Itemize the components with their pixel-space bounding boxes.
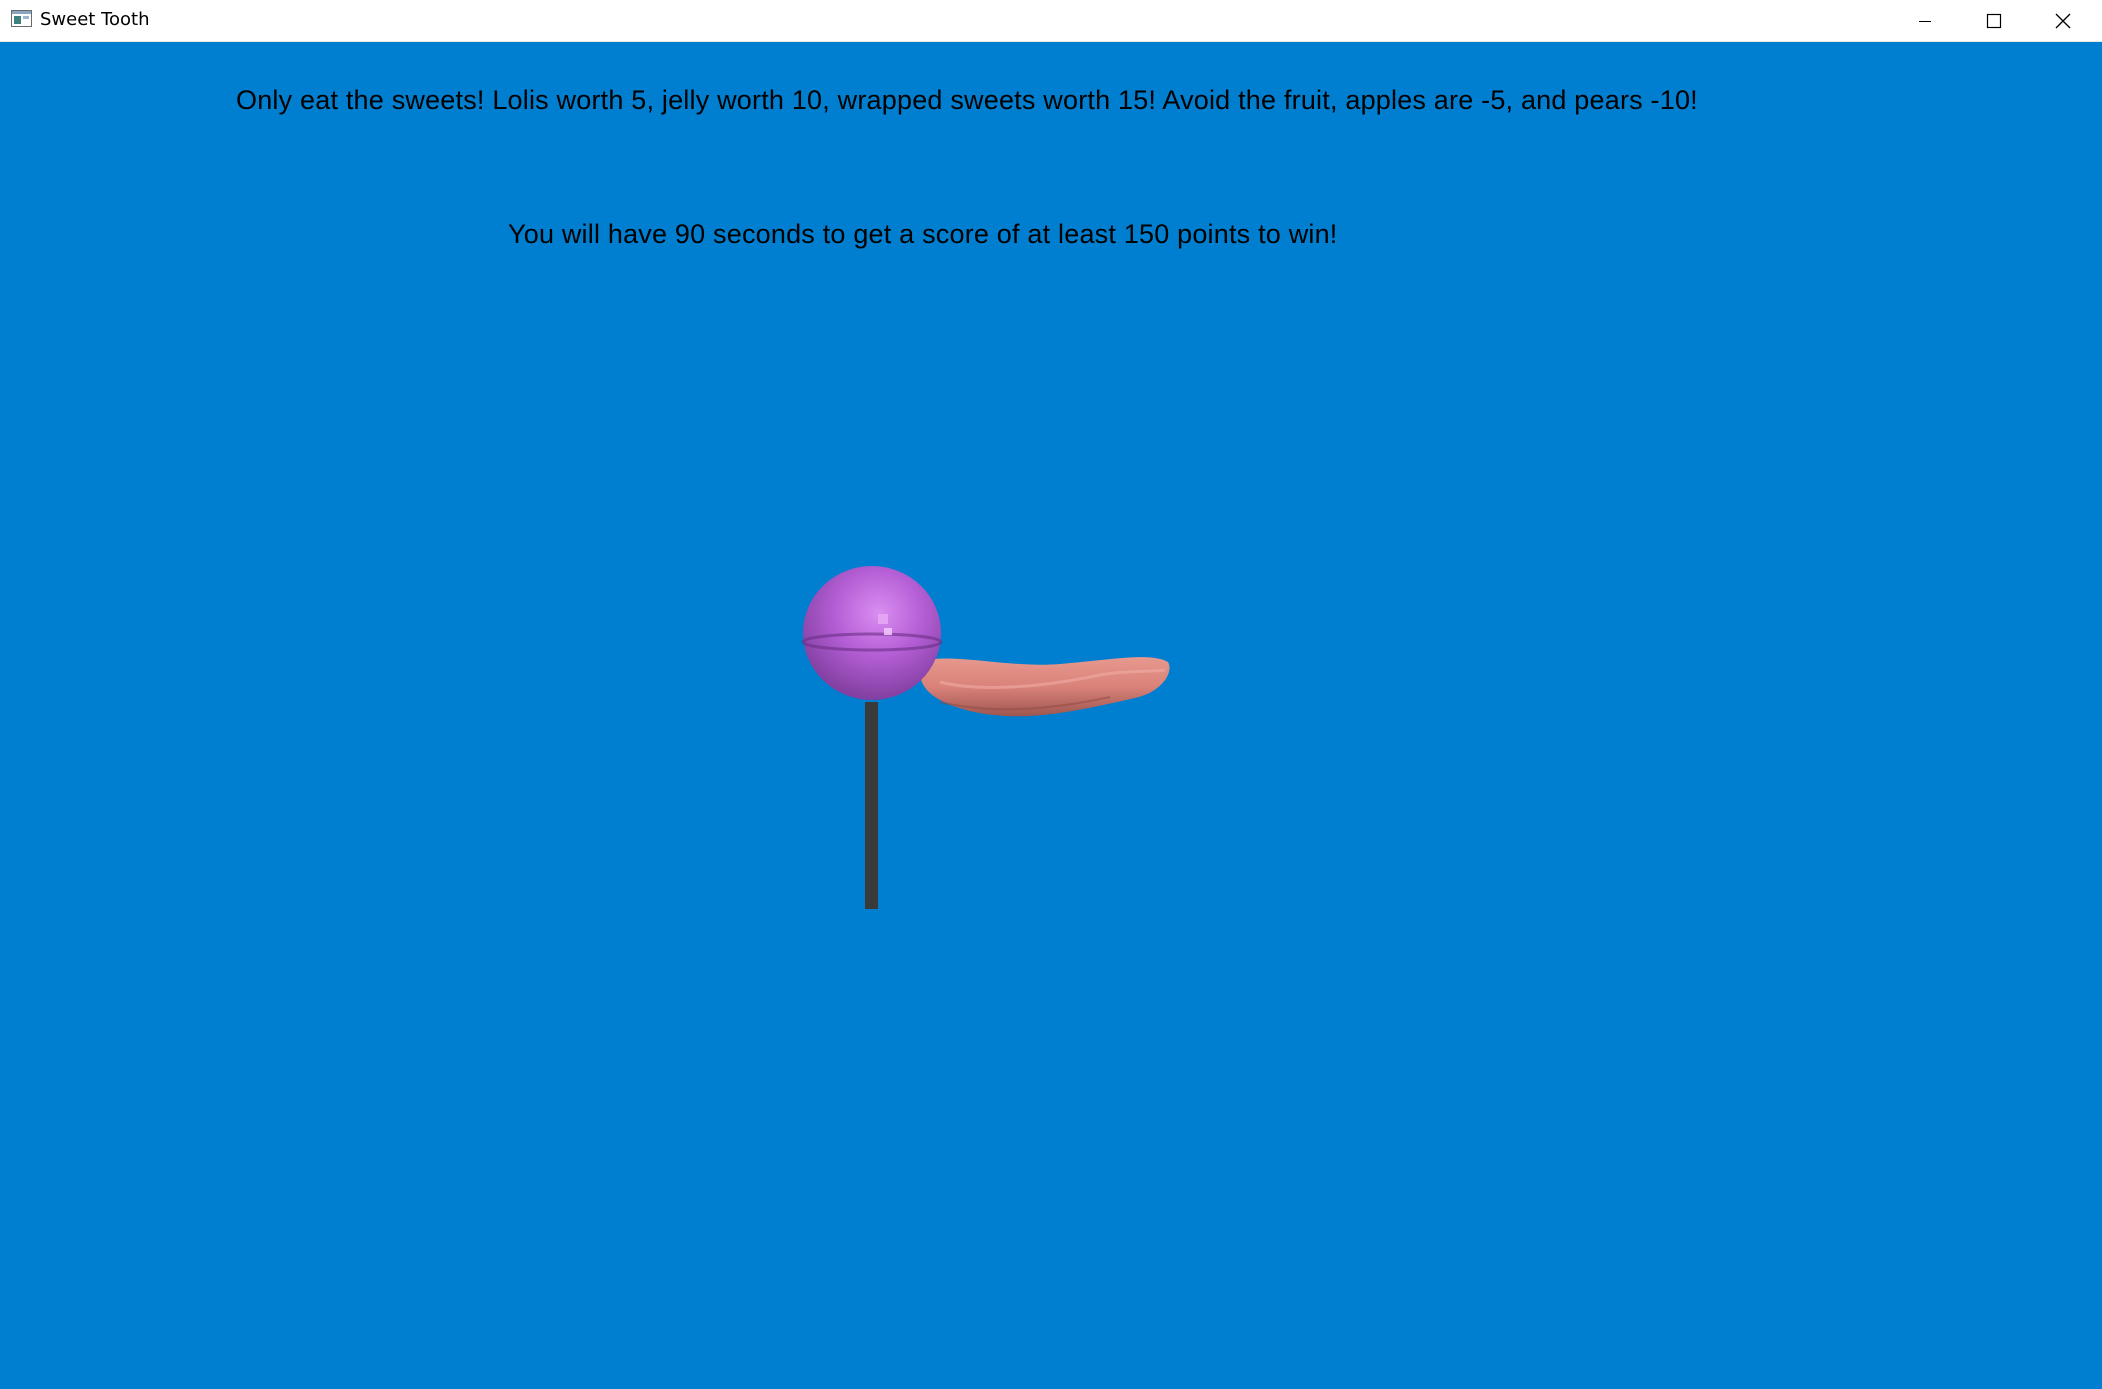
game-viewport[interactable]: Only eat the sweets! Lolis worth 5, jell… bbox=[0, 42, 2102, 1389]
maximize-icon bbox=[1986, 13, 2002, 29]
lollipop-stick bbox=[865, 702, 878, 909]
minimize-button[interactable] bbox=[1890, 0, 1959, 41]
close-button[interactable] bbox=[2028, 0, 2097, 41]
close-icon bbox=[2055, 13, 2071, 29]
lollipop bbox=[801, 566, 943, 909]
app-window-icon bbox=[11, 10, 32, 27]
window-title: Sweet Tooth bbox=[40, 9, 150, 30]
minimize-icon bbox=[1918, 14, 1932, 28]
title-bar[interactable]: Sweet Tooth bbox=[0, 0, 2102, 42]
app-window: Sweet Tooth Only eat the sweets! Lolis w… bbox=[0, 0, 2102, 1389]
jelly-worm bbox=[919, 657, 1170, 717]
maximize-button[interactable] bbox=[1959, 0, 2028, 41]
game-scene bbox=[801, 566, 1170, 909]
